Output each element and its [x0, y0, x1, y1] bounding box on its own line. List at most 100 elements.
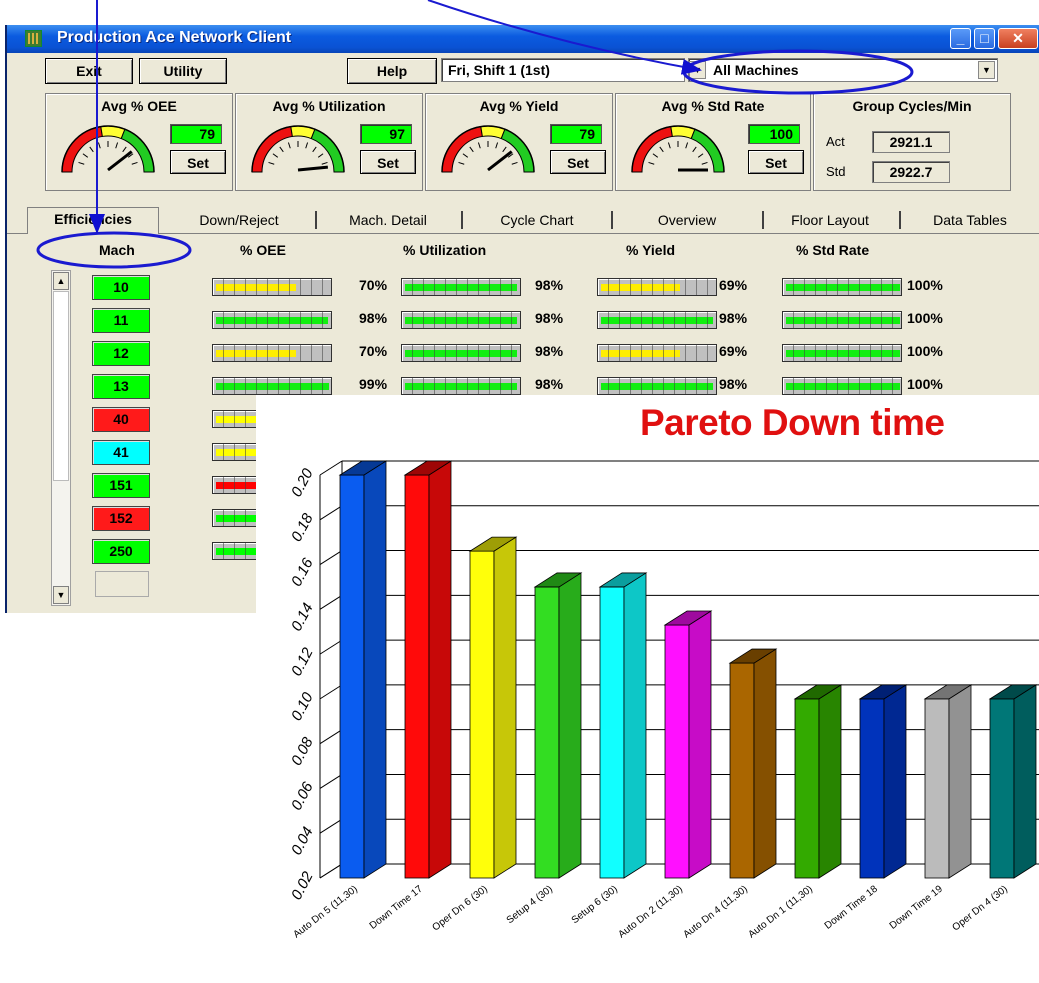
tab-mach-detail[interactable]: Mach. Detail [319, 209, 457, 231]
machine-id-cell[interactable]: 152 [92, 506, 150, 531]
pct-std: 100% [907, 310, 943, 326]
bar-oee [212, 344, 332, 362]
tab-down-reject[interactable]: Down/Reject [169, 209, 309, 231]
machine-scrollbar[interactable]: ▲ ▼ [51, 270, 71, 606]
bar-side [558, 572, 582, 879]
group-cycles-title: Group Cycles/Min [852, 98, 972, 114]
x-tick-label: Oper Dn 4 (30) [951, 884, 1010, 934]
set-button[interactable]: Set [550, 150, 606, 174]
machines-select[interactable]: ▼ All Machines ▼ [688, 58, 998, 82]
bar-front [989, 698, 1015, 879]
machine-id-cell[interactable]: 10 [92, 275, 150, 300]
x-tick-label: Auto Dn 1 (11,30) [746, 884, 814, 941]
bar-side [1013, 684, 1037, 879]
grid-diag [319, 863, 343, 879]
machine-id-cell[interactable]: 13 [92, 374, 150, 399]
pct-yield: 69% [719, 277, 748, 293]
machines-select-value: All Machines [713, 62, 799, 78]
shift-select[interactable]: Fri, Shift 1 (1st) [441, 58, 685, 82]
minimize-icon[interactable]: _ [950, 28, 971, 49]
bar-ticks [213, 378, 331, 394]
y-tick-label: 0.20 [288, 465, 317, 499]
machine-id-cell[interactable]: 151 [92, 473, 150, 498]
y-tick-label: 0.14 [288, 600, 317, 634]
bar-std [782, 311, 902, 329]
scroll-thumb[interactable] [53, 291, 69, 481]
chevron-down-icon[interactable]: ▼ [978, 61, 995, 79]
group-cycles-panel: Group Cycles/Min Act 2921.1 Std 2922.7 [813, 93, 1011, 191]
gauge-tick [97, 142, 101, 149]
bar-util [401, 377, 521, 395]
gauge-tick [268, 161, 275, 165]
bar-front [599, 586, 625, 879]
gauge-tick [115, 142, 119, 149]
grid-diag [319, 729, 343, 745]
machine-id-cell[interactable]: 11 [92, 308, 150, 333]
gauge-tick [305, 142, 309, 149]
tab-data-tables[interactable]: Data Tables [905, 209, 1035, 231]
grid-diag [319, 639, 343, 655]
tab-floor-layout[interactable]: Floor Layout [767, 209, 893, 231]
machine-id-cell[interactable]: 12 [92, 341, 150, 366]
machine-id-cell[interactable]: 40 [92, 407, 150, 432]
set-button[interactable]: Set [170, 150, 226, 174]
std-value: 2922.7 [872, 161, 950, 183]
bar-front [859, 698, 885, 879]
machine-id-cell[interactable]: 250 [92, 539, 150, 564]
gauge-dial [631, 125, 725, 173]
gauge-tick [477, 142, 481, 149]
bar-ticks [598, 378, 716, 394]
close-icon[interactable]: ✕ [998, 28, 1038, 49]
pct-util: 98% [535, 343, 564, 359]
title-bar[interactable]: Production Ace Network Client _ □ ✕ [7, 25, 1039, 53]
app-icon [25, 30, 42, 47]
gauge-title: Avg % Yield [479, 98, 559, 114]
bar-yield [597, 344, 717, 362]
bar-front [794, 698, 820, 879]
grid-diag [319, 594, 343, 610]
bar-oee [212, 377, 332, 395]
machine-id-cell[interactable]: 41 [92, 440, 150, 465]
bar-front [469, 550, 495, 879]
maximize-icon[interactable]: □ [974, 28, 995, 49]
gauge-dial [251, 125, 345, 173]
tab-efficiencies[interactable]: Efficiencies [27, 207, 159, 234]
tab-separator [611, 211, 613, 229]
chevron-down-icon[interactable]: ▼ [689, 61, 706, 79]
grid-diag [319, 505, 343, 521]
gauge-title: Avg % OEE [101, 98, 177, 114]
tab-overview[interactable]: Overview [617, 209, 757, 231]
y-tick-label: 0.06 [288, 779, 317, 813]
bar-oee [212, 311, 332, 329]
set-button[interactable]: Set [748, 150, 804, 174]
bar-ticks [213, 345, 331, 361]
utility-button[interactable]: Utility [139, 58, 227, 84]
scroll-down-icon[interactable]: ▼ [53, 586, 69, 604]
bar [858, 684, 908, 879]
pct-std: 100% [907, 343, 943, 359]
gauge-tick [697, 153, 704, 158]
grid-diag [319, 818, 343, 834]
set-button[interactable]: Set [360, 150, 416, 174]
gauge-tick [131, 161, 138, 165]
gauge-tick [469, 146, 474, 153]
pct-util: 98% [535, 277, 564, 293]
bar [598, 572, 648, 879]
grid-diag [319, 774, 343, 789]
bar-front [924, 698, 950, 879]
tab-cycle-chart[interactable]: Cycle Chart [467, 209, 607, 231]
bar-front [339, 474, 365, 879]
x-tick-label: Down Time 17 [368, 883, 425, 931]
grid-diag [319, 684, 343, 700]
help-button[interactable]: Help [347, 58, 437, 84]
x-tick-label: Auto Dn 4 (11,30) [681, 884, 749, 941]
bar-yield [597, 377, 717, 395]
bar-ticks [783, 279, 901, 295]
act-label: Act [826, 134, 845, 149]
scroll-up-icon[interactable]: ▲ [53, 272, 69, 290]
bar-ticks [598, 345, 716, 361]
gauge-needle [297, 165, 329, 172]
exit-button[interactable]: Exit [45, 58, 133, 84]
bar-ticks [783, 378, 901, 394]
pct-util: 98% [535, 376, 564, 392]
